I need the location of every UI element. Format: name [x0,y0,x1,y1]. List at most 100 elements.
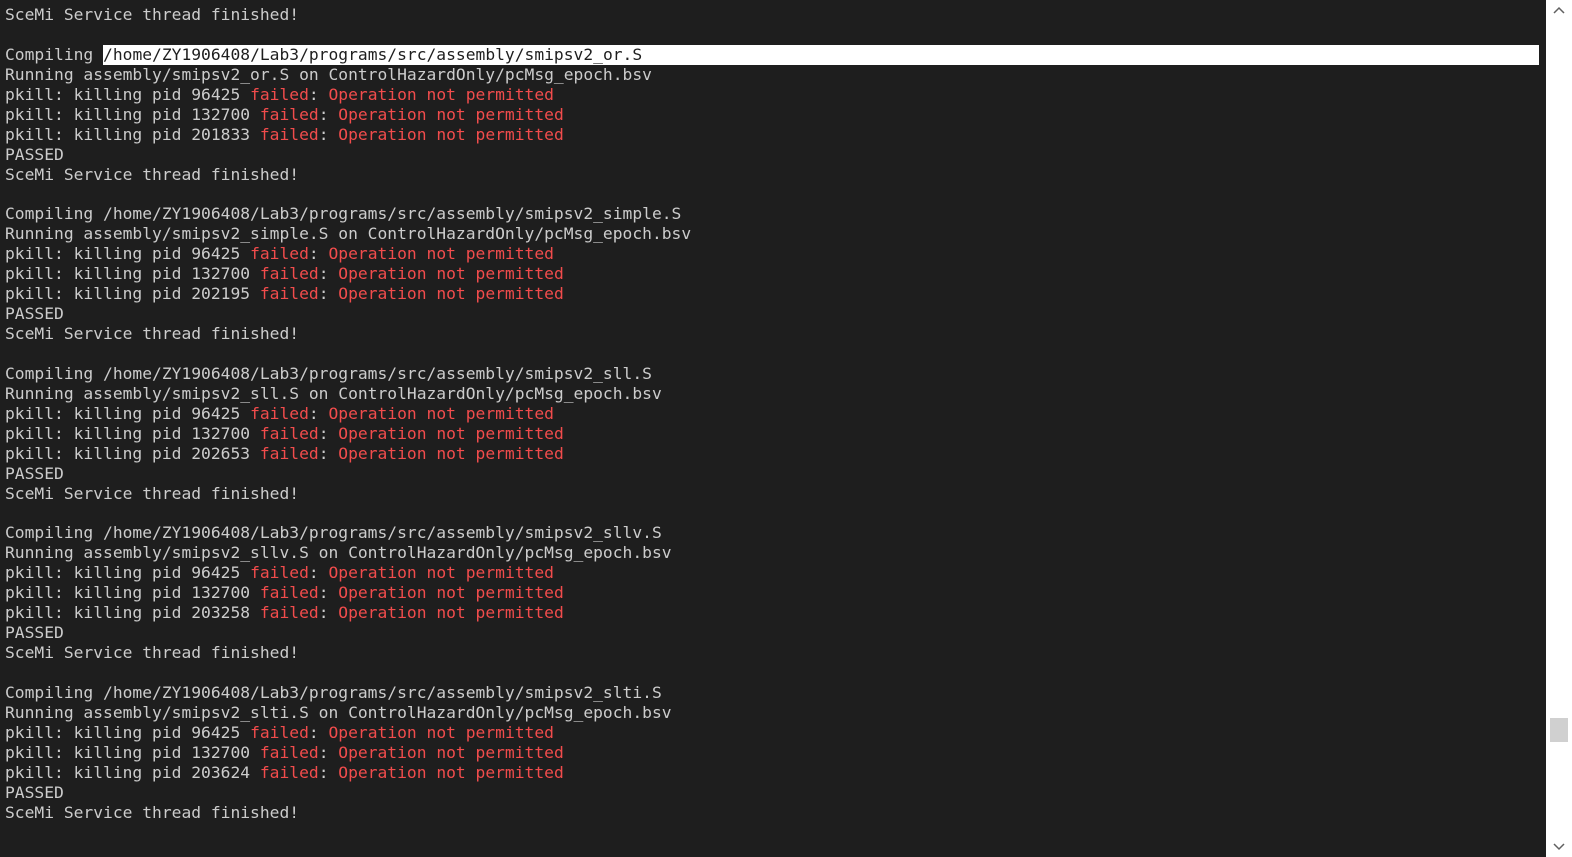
terminal-line: pkill: killing pid 96425 failed: Operati… [5,244,1541,264]
output-text: pkill: killing pid 202653 [5,443,260,463]
terminal-line: pkill: killing pid 203624 failed: Operat… [5,763,1541,783]
error-text: Operation not permitted [338,104,564,124]
output-text: pkill: killing pid 203624 [5,762,260,782]
output-text: pkill: killing pid 132700 [5,264,260,284]
error-text: failed [259,104,319,124]
output-text: pkill: killing pid 203258 [5,603,260,623]
terminal-line: pkill: killing pid 96425 failed: Operati… [5,404,1541,424]
chevron-up-icon [1553,6,1565,14]
terminal-line: PASSED [5,623,1541,643]
output-text: pkill: killing pid 201833 [5,124,260,144]
output-text: Running assembly/smipsv2_or.S on Control… [5,64,652,84]
terminal-line: Compiling /home/ZY1906408/Lab3/programs/… [5,683,1541,703]
output-text: : [308,403,329,423]
error-text: failed [250,722,309,742]
output-text: SceMi Service thread finished! [5,5,300,24]
output-text: : [318,284,339,304]
terminal-line: SceMi Service thread finished! [5,484,1541,504]
output-text: PASSED [5,144,64,164]
terminal-line: pkill: killing pid 132700 failed: Operat… [5,743,1541,763]
selected-text: /home/ZY1906408/Lab3/programs/src/assemb… [103,44,1540,65]
output-text: : [318,124,339,144]
terminal-line: PASSED [5,145,1541,165]
output-text: : [318,603,339,623]
terminal-line: pkill: killing pid 96425 failed: Operati… [5,563,1541,583]
output-text: pkill: killing pid 96425 [5,563,251,583]
terminal-line: Compiling /home/ZY1906408/Lab3/programs/… [5,204,1541,224]
output-text: Compiling /home/ZY1906408/Lab3/programs/… [5,523,662,543]
error-text: failed [259,423,319,443]
terminal-line: Running assembly/smipsv2_sll.S on Contro… [5,384,1541,404]
terminal-line: Compiling /home/ZY1906408/Lab3/programs/… [5,44,1541,65]
scroll-down-button[interactable] [1546,837,1572,857]
output-text: pkill: killing pid 96425 [5,244,251,264]
output-text: pkill: killing pid 132700 [5,583,260,603]
error-text: failed [259,264,319,284]
output-text: Compiling /home/ZY1906408/Lab3/programs/… [5,363,652,383]
terminal-line: pkill: killing pid 132700 failed: Operat… [5,583,1541,603]
terminal-line: Compiling /home/ZY1906408/Lab3/programs/… [5,523,1541,543]
error-text: Operation not permitted [338,264,564,284]
output-text: SceMi Service thread finished! [5,643,300,662]
output-text: : [308,244,329,264]
scrollbar-thumb[interactable] [1550,717,1568,742]
error-text: Operation not permitted [328,722,554,742]
error-text: failed [259,583,319,603]
output-text: PASSED [5,782,64,802]
terminal-line: Compiling /home/ZY1906408/Lab3/programs/… [5,364,1541,384]
error-text: Operation not permitted [338,603,564,623]
output-text: PASSED [5,304,64,324]
error-text: failed [250,84,309,104]
output-text: pkill: killing pid 202195 [5,284,260,304]
terminal-line: SceMi Service thread finished! [5,165,1541,185]
error-text: failed [259,284,319,304]
output-text: : [318,264,339,284]
output-text: Running assembly/smipsv2_sll.S on Contro… [5,383,662,403]
error-text: failed [250,403,309,423]
terminal-line: Running assembly/smipsv2_slti.S on Contr… [5,703,1541,723]
output-text: Compiling /home/ZY1906408/Lab3/programs/… [5,204,682,224]
error-text: Operation not permitted [338,583,564,603]
terminal-line: pkill: killing pid 132700 failed: Operat… [5,264,1541,284]
error-text: Operation not permitted [338,423,564,443]
terminal-line: pkill: killing pid 203258 failed: Operat… [5,603,1541,623]
terminal-line: pkill: killing pid 96425 failed: Operati… [5,723,1541,743]
terminal-output: SceMi Service thread finished! Compiling… [5,5,1541,822]
terminal-window[interactable]: SceMi Service thread finished! Compiling… [0,0,1546,857]
error-text: Operation not permitted [338,762,564,782]
output-text: pkill: killing pid 132700 [5,104,260,124]
output-text: Running assembly/smipsv2_sllv.S on Contr… [5,543,672,563]
terminal-line: SceMi Service thread finished! [5,5,1541,25]
terminal-line: SceMi Service thread finished! [5,803,1541,823]
scroll-up-button[interactable] [1546,0,1572,20]
output-text: Running assembly/smipsv2_simple.S on Con… [5,224,692,244]
terminal-line: SceMi Service thread finished! [5,643,1541,663]
error-text: failed [259,124,319,144]
vertical-scrollbar[interactable] [1546,0,1572,857]
terminal-line: PASSED [5,304,1541,324]
output-text: : [318,583,339,603]
error-text: failed [259,603,319,623]
error-text: Operation not permitted [328,403,554,423]
terminal-line: Running assembly/smipsv2_simple.S on Con… [5,224,1541,244]
terminal-line: pkill: killing pid 132700 failed: Operat… [5,424,1541,444]
error-text: Operation not permitted [338,443,564,463]
error-text: failed [259,443,319,463]
output-text: SceMi Service thread finished! [5,483,300,503]
error-text: Operation not permitted [328,244,554,264]
terminal-line: pkill: killing pid 202653 failed: Operat… [5,444,1541,464]
output-text: pkill: killing pid 132700 [5,423,260,443]
output-text: : [318,742,339,762]
output-text: SceMi Service thread finished! [5,802,300,822]
terminal-line: Running assembly/smipsv2_or.S on Control… [5,65,1541,85]
output-text: : [318,423,339,443]
terminal-line: pkill: killing pid 96425 failed: Operati… [5,85,1541,105]
terminal-line: Running assembly/smipsv2_sllv.S on Contr… [5,543,1541,563]
error-text: Operation not permitted [328,84,554,104]
terminal-line: PASSED [5,464,1541,484]
error-text: Operation not permitted [328,563,554,583]
